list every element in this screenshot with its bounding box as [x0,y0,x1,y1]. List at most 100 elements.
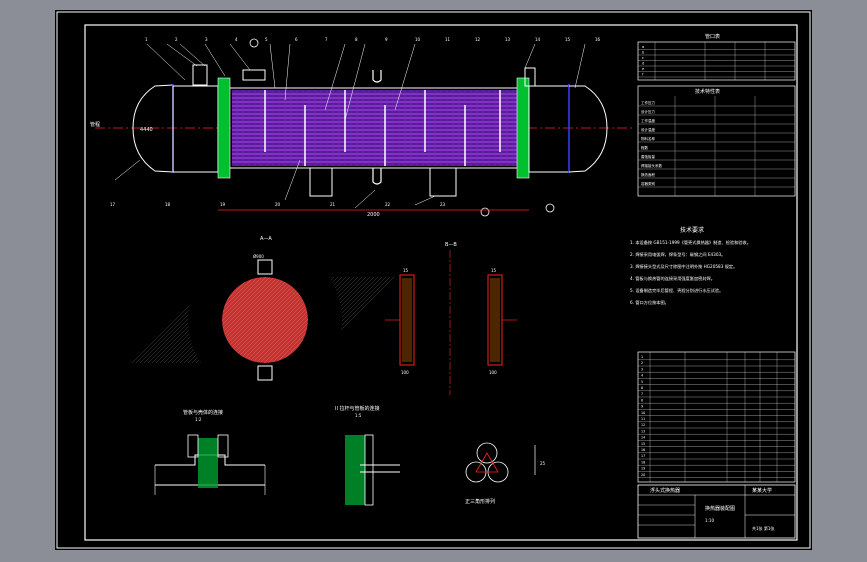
design-row-label: 设计温度 [641,127,655,132]
parts-row-number: 7 [641,392,643,396]
vent-symbol [249,38,259,48]
nozzle-expansion [372,70,382,83]
part-callout: 15 [565,37,571,42]
design-row-label: 程数 [641,145,649,150]
detail-1-tube-right [217,434,229,458]
parts-row-number: 3 [641,367,643,371]
note-line: 5. 设备制造完毕后管程、壳程分别进行水压试验。 [630,287,723,294]
note-line: 1. 本设备按 GB151-1999《管壳式换热器》制造、检验和验收。 [630,239,751,246]
nozzle-bottom [372,168,382,185]
nozzle-table-title: 管口表 [705,33,720,40]
parts-row-number: 2 [641,361,643,365]
parts-row-number: 8 [641,398,643,402]
section-b-dim-bot-left: 100 [401,370,409,375]
saddle-left [309,167,333,197]
part-callout: 22 [385,202,391,207]
section-b-dim-bot-right: 100 [489,370,497,375]
parts-row-number: 1 [641,355,643,359]
design-row-label: 容器类别 [641,181,655,186]
detail-3-title: 正三角形排列 [465,498,495,505]
part-callout: 20 [275,202,281,207]
cad-drawing: 2000 4440 管程 1 2 3 4 5 6 7 8 9 10 11 12 13 14 15 1617 18… [56,11,811,549]
part-callout: 8 [355,37,358,42]
part-callout: 17 [110,202,116,207]
design-row-label: 换热面积 [641,172,655,177]
part-callout: 7 [325,37,328,42]
section-b-dim-left: 15 [403,268,409,273]
title-drawing-name: 换热器装配图 [705,505,735,512]
part-callout: 23 [440,202,446,207]
detail-3-dim: 25 [540,461,546,466]
left-channel [172,85,219,173]
part-callout: 12 [475,37,481,42]
right-channel [528,85,570,173]
parts-row-number: 6 [641,386,643,390]
notes-list: 1. 本设备按 GB151-1999《管壳式换热器》制造、检验和验收。 2. 焊接… [630,239,751,306]
note-line: 6. 管口方位按本图。 [630,299,669,306]
nozzle-row-label: b [642,51,645,55]
title-sheet: 共1张 第1张 [752,525,774,531]
parts-row-number: 19 [641,467,645,471]
main-view: 2000 4440 管程 1 2 3 4 5 6 7 8 9 10 11 12 13 14 15 1617 18… [90,37,635,218]
parts-row-number: 12 [641,423,645,427]
left-head [132,84,174,173]
section-b-dim-right: 15 [491,268,497,273]
part-callout: 4 [235,37,238,42]
detail-1-view: 管板与壳体的连接 1:2 [154,409,266,495]
part-callout: 13 [505,37,511,42]
nozzle-row-label: a [642,45,644,49]
right-tubesheet [516,77,530,179]
note-line: 4. 管板与换热管的连接采用强度胀加密封焊。 [630,275,715,282]
part-callout: 10 [415,37,421,42]
design-table-title: 技术特性表 [695,88,720,95]
detail-2-scale: 1:5 [355,413,362,418]
nozzle-table-frame [637,41,796,81]
nozzle-row-label: e [642,67,644,71]
title-scale: 1:10 [705,518,714,523]
dim-left: 4440 [140,127,153,133]
design-row-label: 物料名称 [641,136,655,141]
part-callout: 11 [445,37,451,42]
title-school: 某某大学 [752,487,772,494]
drain-symbol-2 [545,203,555,213]
tube-bundle [232,90,517,166]
parts-list-rows: 1234567891011121314151617181920 [638,352,795,482]
parts-row-number: 14 [641,436,645,440]
parts-row-number: 5 [641,380,643,384]
part-callout: 16 [595,37,601,42]
parts-row-number: 18 [641,460,645,464]
design-table-rows: 工作压力设计压力工作温度设计温度物料名称程数腐蚀裕量焊接接头系数换热面积容器类别 [638,96,795,196]
detail-2-rod-body [364,434,374,506]
section-b-left-fill [402,278,412,362]
nozzle-table: 管口表 abcdef [637,33,796,81]
detail-1-tube-left [187,434,199,458]
nozzle-shell-top [242,69,266,81]
detail-1-title: 管板与壳体的连接 [183,409,223,416]
parts-list-frame [637,351,796,483]
part-callout: 9 [385,37,388,42]
section-b-view: B—B 15 15 100 100 [385,242,517,395]
nozzle-left-top [192,64,208,86]
parts-row-number: 17 [641,454,645,458]
design-table-frame [637,85,796,197]
design-table: 技术特性表 工作压力设计压力工作温度设计温度物料名称程数腐蚀裕量焊接接头系数换热… [637,85,796,197]
parts-row-number: 20 [641,473,645,477]
notes-title: 技术要求 [680,226,704,234]
detail-2-view: II 拉杆与管板的连接 1:5 [335,405,400,506]
technical-notes: 技术要求 1. 本设备按 GB151-1999《管壳式换热器》制造、检验和验收。… [630,226,751,306]
nozzle-row-label: d [642,62,644,66]
nozzle-table-rows: abcdef [638,42,795,80]
part-callout: 5 [265,37,268,42]
section-a-dim: Ø900 [253,254,264,259]
parts-row-number: 15 [641,442,645,446]
design-row-label: 工作温度 [641,118,655,123]
drawing-sheet: 2000 4440 管程 1 2 3 4 5 6 7 8 9 10 11 12 13 14 15 16 17 18… [55,10,812,550]
dim-bottom: 2000 [367,212,380,218]
detail-3-view: 25 正三角形排列 [465,442,546,505]
nozzle-row-label: c [642,56,644,60]
parts-row-number: 16 [641,448,645,452]
note-line: 3. 焊接接头型式及尺寸除图中注明外按 HG20583 规定。 [630,263,737,270]
section-b-right-fill [490,278,500,362]
part-callout: 14 [535,37,541,42]
part-callout: 21 [330,202,336,207]
